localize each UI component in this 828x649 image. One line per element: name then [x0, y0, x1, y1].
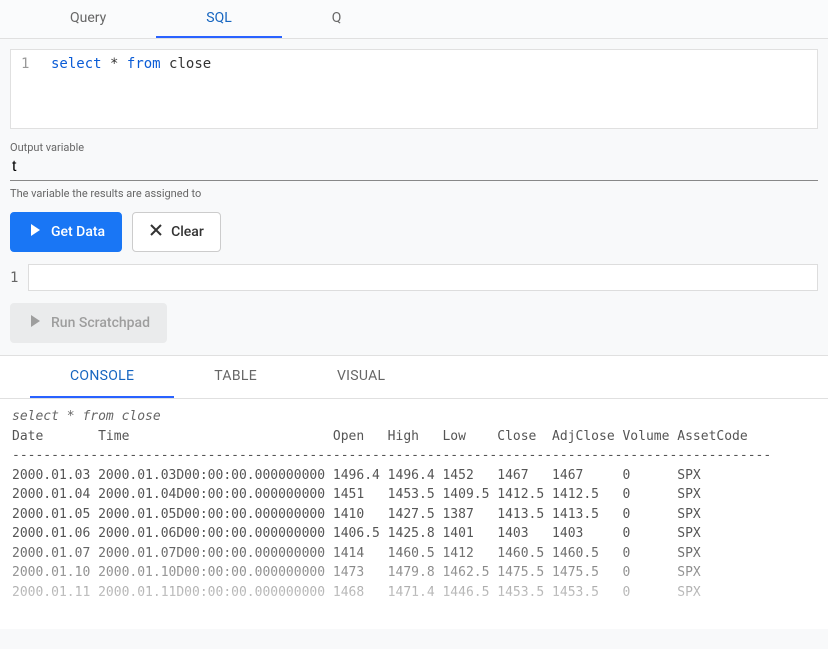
close-icon — [149, 223, 163, 241]
button-label: Clear — [171, 224, 204, 240]
scratchpad-input[interactable] — [28, 264, 818, 291]
clear-button[interactable]: Clear — [132, 212, 221, 252]
keyword: from — [127, 56, 161, 72]
tab-table[interactable]: TABLE — [174, 356, 297, 398]
button-row: Get Data Clear — [10, 212, 818, 252]
console-output[interactable]: select * from close Date Time Open High … — [0, 399, 828, 629]
play-icon — [27, 222, 43, 242]
scratchpad-line-number: 1 — [10, 270, 18, 286]
button-label: Get Data — [51, 224, 105, 240]
output-variable-helper: The variable the results are assigned to — [10, 187, 818, 200]
editor-code[interactable]: select * from close — [51, 56, 211, 72]
scratchpad-button-row: Run Scratchpad — [10, 303, 818, 343]
output-variable-label: Output variable — [10, 141, 818, 154]
get-data-button[interactable]: Get Data — [10, 212, 122, 252]
tab-query[interactable]: Query — [20, 0, 156, 38]
top-tab-bar: Query SQL Q — [0, 0, 828, 39]
tab-console[interactable]: CONSOLE — [30, 356, 174, 398]
scratchpad-row: 1 — [10, 264, 818, 291]
output-variable-input[interactable] — [10, 154, 818, 181]
identifier: close — [169, 56, 211, 72]
button-label: Run Scratchpad — [51, 315, 150, 331]
keyword: select — [51, 56, 102, 72]
play-icon — [27, 313, 43, 333]
bottom-tab-bar: CONSOLE TABLE VISUAL — [0, 356, 828, 399]
run-scratchpad-button[interactable]: Run Scratchpad — [10, 303, 167, 343]
tab-visual[interactable]: VISUAL — [297, 356, 425, 398]
editor-line: 1 select * from close — [11, 50, 817, 78]
tab-q[interactable]: Q — [282, 0, 392, 38]
editor-line-number: 1 — [21, 56, 41, 72]
sql-editor[interactable]: 1 select * from close — [10, 49, 818, 129]
token: * — [110, 56, 118, 72]
tab-sql[interactable]: SQL — [156, 0, 281, 38]
